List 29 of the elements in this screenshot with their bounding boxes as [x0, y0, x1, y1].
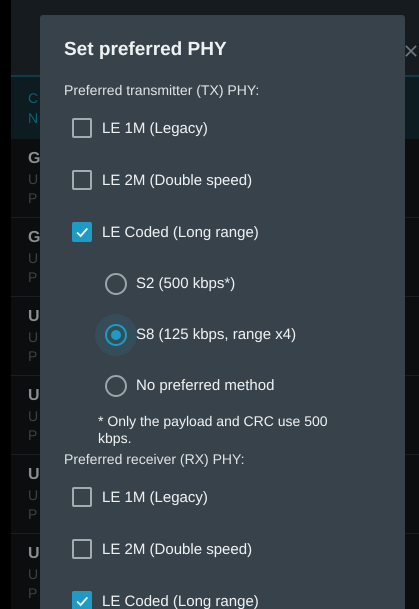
radio-button[interactable] — [95, 314, 137, 356]
option-label: S2 (500 kbps*) — [136, 275, 236, 292]
footnote: * Only the payload and CRC use 500 kbps. — [97, 413, 329, 447]
row-title: G — [28, 229, 40, 247]
checkbox[interactable] — [72, 487, 92, 507]
checkbox[interactable] — [72, 170, 92, 190]
option-label: LE Coded (Long range) — [102, 224, 259, 240]
row-title: U — [28, 387, 40, 405]
checkbox[interactable] — [72, 591, 92, 609]
dialog-title: Set preferred PHY — [64, 39, 228, 62]
checkbox[interactable] — [72, 539, 92, 559]
row-title: U — [28, 466, 40, 484]
header-text: N — [28, 110, 38, 126]
option-label: No preferred method — [136, 377, 274, 394]
option-label: LE 1M (Legacy) — [102, 120, 208, 136]
checkbox[interactable] — [72, 222, 92, 242]
row-title: U — [28, 308, 40, 326]
close-icon[interactable] — [405, 45, 417, 57]
section-label: Preferred transmitter (TX) PHY: — [64, 82, 260, 100]
section-label: Preferred receiver (RX) PHY: — [64, 451, 246, 469]
option-label: LE Coded (Long range) — [102, 592, 259, 609]
option-label: S8 (125 kbps, range x4) — [136, 326, 296, 343]
option-label: LE 1M (Legacy) — [102, 488, 208, 506]
checkbox[interactable] — [72, 118, 92, 138]
option-label: LE 2M (Double speed) — [102, 172, 252, 188]
option-label: LE 2M (Double speed) — [102, 540, 252, 558]
row-title: G — [28, 150, 40, 168]
header-text: C — [28, 90, 38, 106]
row-title: U — [28, 545, 40, 563]
